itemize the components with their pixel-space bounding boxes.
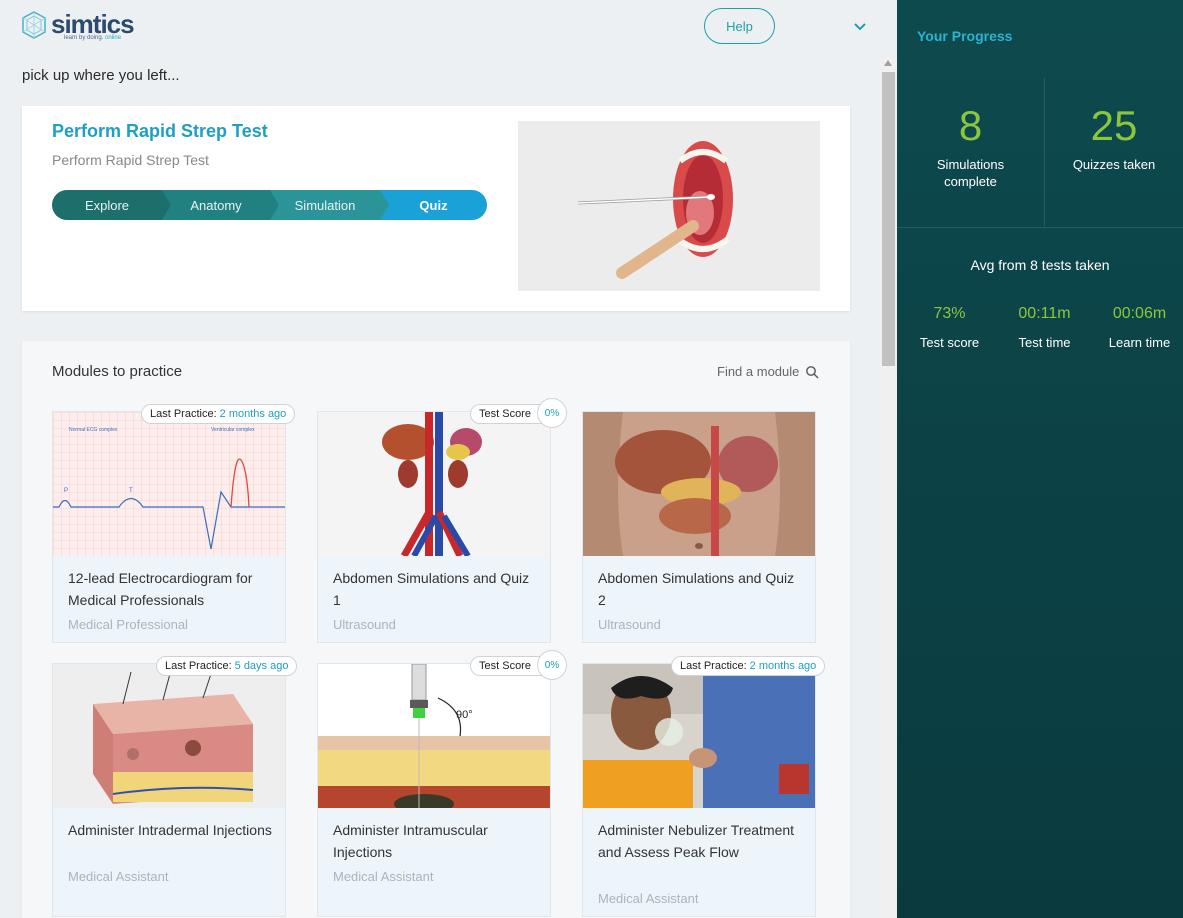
module-category: Ultrasound [333, 617, 396, 632]
injection-thumbnail: 90° [318, 664, 550, 808]
module-card[interactable]: Last Practice: 5 days ago Administer Intr… [52, 656, 298, 917]
injection-angle-label: 90° [456, 709, 473, 721]
featured-module-subtitle: Perform Rapid Strep Test [52, 152, 209, 168]
logo-mark-icon [22, 11, 46, 39]
modules-title: Modules to practice [52, 363, 183, 380]
test-score-ring: 0% [537, 398, 567, 428]
simulations-label: Simulations complete [936, 157, 1005, 189]
test-score-value: 73% [933, 305, 966, 322]
module-category: Medical Assistant [333, 869, 434, 884]
find-module-label: Find a module [717, 364, 800, 379]
help-button[interactable]: Help [704, 8, 775, 44]
step-quiz[interactable]: Quiz [380, 190, 487, 220]
module-card[interactable]: 90° Test Score 0% Administer Intramuscul… [317, 650, 567, 917]
ecg-t-label: T [129, 488, 133, 494]
vertical-scrollbar[interactable] [880, 58, 897, 918]
featured-module-title[interactable]: Perform Rapid Strep Test [52, 121, 268, 142]
module-card[interactable]: Abdomen Simulations and Quiz 2 Ultrasoun… [582, 411, 816, 643]
simtics-logo[interactable]: simtics learn by doing. online [21, 9, 135, 41]
test-score-metric: 73% Test score [902, 305, 997, 350]
module-category: Medical Assistant [598, 891, 699, 906]
module-card[interactable]: Last Practice: 2 months ago Administer Ne… [582, 656, 826, 917]
progress-panel: Your Progress 8 Simulations complete 25 … [897, 0, 1183, 918]
module-name[interactable]: Abdomen Simulations and Quiz 2 [598, 567, 803, 611]
learn-time-metric: 00:06m Learn time [1092, 305, 1183, 350]
find-module-search[interactable]: Find a module [717, 364, 819, 379]
module-name[interactable]: Administer Intradermal Injections [68, 819, 273, 841]
progress-stats: 8 Simulations complete 25 Quizzes taken [897, 78, 1183, 226]
module-category: Ultrasound [598, 617, 661, 632]
resume-caption: pick up where you left... [22, 67, 180, 84]
search-icon[interactable] [805, 365, 819, 379]
abdomen-organs-thumbnail [318, 412, 550, 556]
step-explore[interactable]: Explore [52, 190, 171, 220]
step-anatomy[interactable]: Anatomy [162, 190, 279, 220]
module-step-tracker: Explore Anatomy Simulation Quiz [52, 190, 487, 220]
quizzes-count: 25 [1090, 102, 1138, 149]
nebulizer-thumbnail [583, 664, 815, 808]
mouth-swab-illustration [518, 121, 820, 291]
quizzes-label: Quizzes taken [1072, 157, 1156, 172]
scroll-up-icon[interactable] [884, 60, 892, 66]
skin-layers-thumbnail [53, 664, 285, 808]
section-divider [897, 227, 1183, 228]
simulations-count: 8 [958, 102, 983, 149]
chevron-down-icon[interactable] [853, 19, 867, 33]
featured-module-card[interactable]: Perform Rapid Strep Test Perform Rapid S… [22, 106, 850, 311]
test-score-ring: 0% [537, 650, 567, 680]
scrollbar-thumb[interactable] [882, 72, 895, 366]
progress-title: Your Progress [917, 28, 1013, 44]
torso-organs-thumbnail [583, 412, 815, 556]
modules-panel: Modules to practice Find a module Normal… [22, 341, 850, 918]
module-name[interactable]: Administer Nebulizer Treatment and Asses… [598, 819, 803, 863]
module-name[interactable]: Administer Intramuscular Injections [333, 819, 538, 863]
test-score-label: Test score [919, 335, 980, 350]
last-practice-badge: Last Practice: 2 months ago [671, 656, 826, 676]
last-practice-badge: Last Practice: 5 days ago [156, 656, 298, 676]
test-time-label: Test time [1018, 335, 1071, 350]
last-practice-badge: Last Practice: 2 months ago [141, 404, 296, 424]
main-content: simtics learn by doing. online Help pick… [0, 0, 880, 918]
ecg-label-right: Ventricular complex [211, 427, 255, 433]
learn-time-label: Learn time [1108, 335, 1171, 350]
module-category: Medical Professional [68, 617, 188, 632]
module-category: Medical Assistant [68, 869, 169, 884]
module-card[interactable]: Normal ECG complex Ventricular complex P… [52, 404, 296, 643]
module-name[interactable]: 12-lead Electrocardiogram for Medical Pr… [68, 567, 273, 611]
module-card[interactable]: Test Score 0% Abdomen Simulations and Qu… [317, 398, 567, 643]
ecg-p-label: P [64, 488, 68, 494]
ecg-thumbnail: Normal ECG complex Ventricular complex P… [53, 412, 285, 556]
step-simulation[interactable]: Simulation [270, 190, 389, 220]
learn-time-value: 00:06m [1112, 305, 1167, 322]
logo-wordmark: simtics [51, 9, 135, 39]
test-time-value: 00:11m [1018, 305, 1071, 322]
simulations-stat: 8 Simulations complete [897, 78, 1044, 190]
average-title: Avg from 8 tests taken [970, 257, 1110, 273]
test-time-metric: 00:11m Test time [997, 305, 1092, 350]
quizzes-stat: 25 Quizzes taken [1045, 78, 1183, 173]
ecg-label-left: Normal ECG complex [69, 427, 118, 433]
module-name[interactable]: Abdomen Simulations and Quiz 1 [333, 567, 538, 611]
